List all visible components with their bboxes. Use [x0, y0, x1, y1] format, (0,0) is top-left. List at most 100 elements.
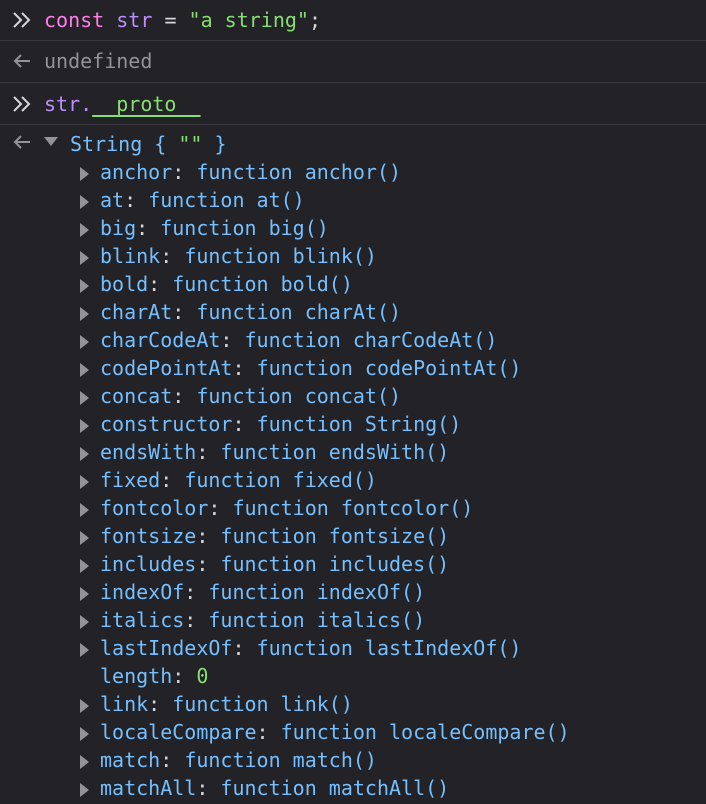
tree-node-label: lastIndexOf: function lastIndexOf(): [100, 636, 522, 660]
triangle-right-icon[interactable]: [80, 475, 89, 489]
property-function-value: function lastIndexOf(): [256, 636, 522, 660]
tree-node-at[interactable]: at: function at(): [0, 186, 706, 214]
tree-node-concat[interactable]: concat: function concat(): [0, 382, 706, 410]
property-token: __proto__: [92, 92, 201, 116]
property-function-value: function big(): [160, 216, 329, 240]
tree-node-fontcolor[interactable]: fontcolor: function fontcolor(): [0, 494, 706, 522]
console-input-code[interactable]: const str = "a string";: [44, 6, 321, 34]
triangle-right-icon[interactable]: [80, 699, 89, 713]
triangle-right-icon[interactable]: [80, 727, 89, 741]
property-function-value: function codePointAt(): [256, 356, 522, 380]
arrow-left-icon: [13, 54, 30, 68]
tree-node-label: charCodeAt: function charCodeAt(): [100, 328, 498, 352]
triangle-right-icon[interactable]: [80, 195, 89, 209]
tree-node-bold[interactable]: bold: function bold(): [0, 270, 706, 298]
tree-node-label: endsWith: function endsWith(): [100, 440, 450, 464]
double-chevron-right-icon: [13, 96, 31, 112]
property-name: matchAll: [100, 776, 197, 800]
tree-node-fixed[interactable]: fixed: function fixed(): [0, 466, 706, 494]
tree-node-codepointat[interactable]: codePointAt: function codePointAt(): [0, 354, 706, 382]
tree-node-label: big: function big(): [100, 216, 329, 240]
tree-node-charcodeat[interactable]: charCodeAt: function charCodeAt(): [0, 326, 706, 354]
property-function-value: function at(): [148, 188, 305, 212]
triangle-right-icon[interactable]: [80, 447, 89, 461]
property-name: link: [100, 692, 149, 716]
tree-node-length[interactable]: length: 0: [0, 662, 706, 690]
property-name: italics: [100, 608, 185, 632]
property-function-value: function localeCompare(): [280, 720, 570, 744]
tree-node-match[interactable]: match: function match(): [0, 746, 706, 774]
triangle-right-icon[interactable]: [80, 335, 89, 349]
tree-node-label: localeCompare: function localeCompare(): [100, 720, 570, 744]
tree-root-node[interactable]: String { "" }: [0, 128, 706, 156]
property-name: concat: [100, 384, 173, 408]
console-input-code[interactable]: str.__proto__: [44, 90, 201, 118]
tree-node-label: anchor: function anchor(): [100, 160, 402, 184]
property-name: localeCompare: [100, 720, 257, 744]
tree-node-big[interactable]: big: function big(): [0, 214, 706, 242]
tree-node-lastindexof[interactable]: lastIndexOf: function lastIndexOf(): [0, 634, 706, 662]
property-function-value: function charAt(): [196, 300, 402, 324]
triangle-right-icon[interactable]: [80, 531, 89, 545]
property-name: length: [100, 664, 173, 688]
triangle-right-icon[interactable]: [80, 615, 89, 629]
property-function-value: function link(): [172, 692, 353, 716]
triangle-right-icon[interactable]: [80, 279, 89, 293]
triangle-right-icon[interactable]: [80, 643, 89, 657]
triangle-right-icon[interactable]: [80, 167, 89, 181]
tree-node-link[interactable]: link: function link(): [0, 690, 706, 718]
triangle-right-icon[interactable]: [80, 391, 89, 405]
triangle-right-icon[interactable]: [80, 419, 89, 433]
triangle-right-icon[interactable]: [80, 783, 89, 797]
tree-node-label: fontsize: function fontsize(): [100, 524, 450, 548]
open-brace: {: [154, 132, 167, 156]
triangle-right-icon[interactable]: [80, 503, 89, 517]
property-name: fontsize: [100, 524, 197, 548]
tree-node-constructor[interactable]: constructor: function String(): [0, 410, 706, 438]
property-name: charCodeAt: [100, 328, 221, 352]
triangle-down-icon[interactable]: [44, 137, 58, 146]
tree-node-indexof[interactable]: indexOf: function indexOf(): [0, 578, 706, 606]
tree-node-charat[interactable]: charAt: function charAt(): [0, 298, 706, 326]
console-input-entry[interactable]: str.__proto__: [0, 84, 706, 124]
tree-node-label: charAt: function charAt(): [100, 300, 402, 324]
triangle-right-icon[interactable]: [80, 251, 89, 265]
tree-node-label: codePointAt: function codePointAt(): [100, 356, 522, 380]
triangle-right-icon[interactable]: [80, 307, 89, 321]
console-input-entry[interactable]: const str = "a string";: [0, 0, 706, 40]
tree-node-blink[interactable]: blink: function blink(): [0, 242, 706, 270]
tree-node-label: fixed: function fixed(): [100, 468, 377, 492]
tree-node-anchor[interactable]: anchor: function anchor(): [0, 158, 706, 186]
property-function-value: function includes(): [220, 552, 450, 576]
tree-node-fontsize[interactable]: fontsize: function fontsize(): [0, 522, 706, 550]
object-preview[interactable]: String { "" }: [70, 130, 227, 158]
triangle-right-icon[interactable]: [80, 223, 89, 237]
type-name: String: [70, 132, 143, 156]
property-function-value: function anchor(): [196, 160, 402, 184]
object-token: str.: [44, 92, 93, 116]
keyword-token: const: [44, 8, 105, 32]
tree-node-label: bold: function bold(): [100, 272, 353, 296]
tree-node-label: link: function link(): [100, 692, 353, 716]
triangle-right-icon[interactable]: [80, 587, 89, 601]
tree-node-matchall[interactable]: matchAll: function matchAll(): [0, 774, 706, 802]
triangle-right-icon[interactable]: [80, 755, 89, 769]
triangle-right-icon[interactable]: [80, 363, 89, 377]
tree-node-italics[interactable]: italics: function italics(): [0, 606, 706, 634]
property-name: codePointAt: [100, 356, 233, 380]
console-output-entry: undefined: [0, 41, 706, 81]
property-function-value: function concat(): [196, 384, 402, 408]
property-name: lastIndexOf: [100, 636, 233, 660]
triangle-right-icon[interactable]: [80, 559, 89, 573]
tree-node-localecompare[interactable]: localeCompare: function localeCompare(): [0, 718, 706, 746]
property-name: match: [100, 748, 161, 772]
tree-node-includes[interactable]: includes: function includes(): [0, 550, 706, 578]
property-function-value: function italics(): [208, 608, 426, 632]
tree-node-endswith[interactable]: endsWith: function endsWith(): [0, 438, 706, 466]
operator-token: =: [164, 8, 177, 32]
property-name: charAt: [100, 300, 173, 324]
tree-node-label: indexOf: function indexOf(): [100, 580, 426, 604]
property-name: fontcolor: [100, 496, 209, 520]
property-name: blink: [100, 244, 161, 268]
property-name: includes: [100, 552, 197, 576]
